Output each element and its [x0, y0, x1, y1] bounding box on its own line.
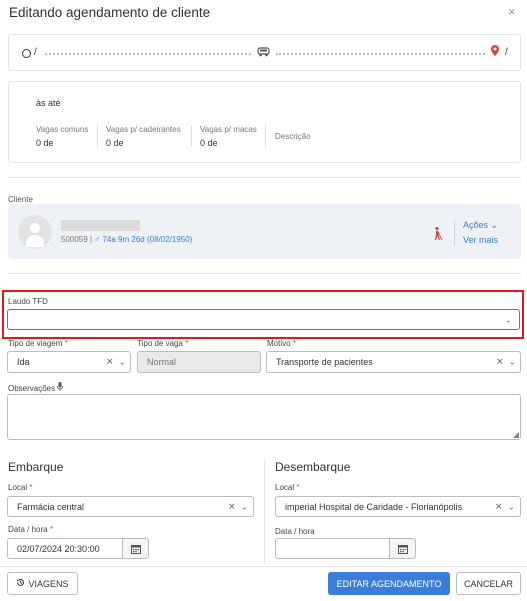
tipo-vaga-field: Normal: [137, 351, 261, 373]
calendar-icon: [398, 544, 408, 556]
observacoes-textarea[interactable]: ◢: [7, 394, 521, 440]
divider: [265, 125, 266, 147]
desembarque-data-label: Data / hora: [275, 527, 315, 536]
modal-title: Editando agendamento de cliente: [9, 5, 211, 20]
chevron-down-icon: ⌄: [119, 357, 126, 367]
avatar: [18, 215, 52, 249]
laudo-select[interactable]: ⌄: [7, 309, 520, 330]
clear-icon[interactable]: ✕: [495, 501, 503, 512]
acoes-dropdown[interactable]: Ações ⌄: [463, 220, 498, 231]
cliente-card: 500059 | ♂ 74a 9m 26d (08/02/1950) Ações…: [8, 204, 521, 259]
vagas-comuns: Vagas comuns 0 de: [36, 125, 89, 148]
chevron-down-icon: ⌄: [508, 502, 515, 511]
vagas-panel: às até Vagas comuns 0 de Vagas p/ cadeir…: [8, 81, 521, 163]
desembarque-datetime-input[interactable]: [275, 538, 390, 559]
motivo-select[interactable]: Transporte de pacientes ✕ ⌄: [266, 351, 521, 373]
calendar-icon: [131, 544, 141, 556]
desembarque-local-select[interactable]: imperial Hospital de Caridade - Florianó…: [275, 496, 521, 517]
chevron-down-icon: ⌄: [490, 220, 499, 230]
divider: [191, 125, 192, 147]
chevron-down-icon: ⌄: [509, 357, 516, 367]
male-icon: ♂: [94, 235, 101, 244]
route-dotted-line: [45, 53, 251, 55]
chevron-down-icon: ⌄: [505, 315, 512, 324]
time-range: às até: [36, 98, 61, 108]
embarque-calendar-button[interactable]: [122, 538, 149, 559]
client-name-redacted: [61, 220, 140, 231]
desembarque-local-label: Local *: [275, 483, 300, 492]
vehicle-icon: [257, 47, 270, 60]
cancelar-button[interactable]: CANCELAR: [456, 572, 521, 595]
microphone-icon[interactable]: [57, 382, 64, 393]
vagas-cadeirantes: Vagas p/ cadeirantes 0 de: [106, 125, 181, 148]
tipo-viagem-label: Tipo de viagem *: [8, 339, 68, 348]
route-destination: /: [505, 47, 508, 58]
divider: [454, 220, 455, 246]
descricao: Descrição: [275, 132, 311, 141]
clear-icon[interactable]: ✕: [106, 357, 114, 368]
embarque-data-label: Data / hora *: [8, 525, 53, 534]
editar-agendamento-button[interactable]: EDITAR AGENDAMENTO: [328, 572, 450, 595]
tipo-viagem-select[interactable]: Ida ✕ ⌄: [7, 351, 131, 373]
close-icon[interactable]: ×: [508, 4, 516, 19]
divider: [8, 177, 521, 178]
map-pin-icon: [491, 45, 499, 59]
embarque-title: Embarque: [8, 460, 64, 474]
tipo-vaga-label: Tipo de vaga *: [137, 339, 189, 348]
route-panel: / /: [8, 34, 521, 71]
route-dotted-line: [276, 53, 485, 55]
origin-circle-icon: [22, 49, 31, 58]
clear-icon[interactable]: ✕: [496, 357, 504, 368]
history-icon: [16, 578, 25, 589]
divider: [97, 125, 98, 147]
desembarque-calendar-button[interactable]: [389, 538, 416, 559]
divider: [8, 273, 521, 274]
ver-mais-link[interactable]: Ver mais: [463, 235, 498, 245]
divider: [0, 566, 527, 567]
accessibility-walking-icon: [432, 227, 443, 244]
desembarque-title: Desembarque: [275, 460, 351, 474]
motivo-label: Motivo *: [267, 339, 296, 348]
chevron-down-icon: ⌄: [241, 502, 248, 511]
embarque-datetime-input[interactable]: 02/07/2024 20:30:00: [7, 538, 123, 559]
resize-handle-icon[interactable]: ◢: [513, 430, 519, 439]
laudo-label: Laudo TFD: [8, 297, 48, 306]
cliente-label: Cliente: [8, 195, 33, 204]
divider: [264, 459, 265, 563]
observacoes-label: Observações: [8, 382, 64, 393]
viagens-button[interactable]: VIAGENS: [7, 572, 78, 595]
route-origin: /: [34, 47, 37, 58]
client-info: 500059 | ♂ 74a 9m 26d (08/02/1950): [61, 235, 193, 244]
embarque-local-label: Local *: [8, 483, 33, 492]
vagas-macas: Vagas p/ macas 0 de: [200, 125, 257, 148]
embarque-local-select[interactable]: Farmácia central ✕ ⌄: [7, 496, 254, 517]
clear-icon[interactable]: ✕: [228, 501, 236, 512]
